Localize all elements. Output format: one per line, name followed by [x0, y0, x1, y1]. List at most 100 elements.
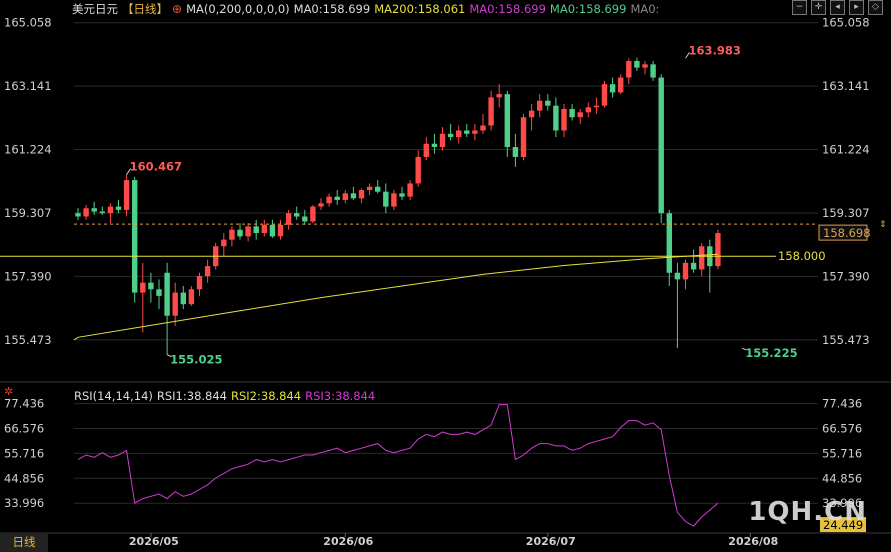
candle-up — [285, 213, 292, 225]
candle-down — [156, 289, 162, 296]
rsi-tick-left: 33.996 — [4, 496, 44, 510]
watermark-logo: 1QH.CN — [748, 497, 867, 527]
price-tick-left: 161.224 — [4, 143, 52, 157]
date-tick-label: 2026/08 — [728, 535, 778, 548]
price-tick-right: 161.224 — [822, 143, 870, 157]
price-axis-right: 165.058 163.141 161.224 159.307 157.390 155.4… — [822, 16, 870, 347]
candle-down — [512, 147, 519, 157]
candle-up — [682, 262, 689, 280]
candle-down — [99, 211, 105, 214]
rsi-header: RSI(14,14,14) RSI1:38.844 RSI2:38.844 RS… — [74, 388, 375, 404]
candle-up — [172, 292, 178, 316]
rsi-tick-left: 55.716 — [4, 446, 44, 460]
rsi-tick-left: 77.436 — [4, 397, 44, 411]
rsi1-label: RSI1:38.844 — [156, 389, 227, 403]
candle-down — [674, 272, 681, 280]
candle-up — [221, 239, 227, 247]
price-annotations: 160.467 155.025 163.983 155.225 — [126, 43, 798, 367]
candle-up — [456, 130, 462, 138]
ma200-series — [73, 253, 718, 341]
candle-up — [310, 206, 316, 222]
rsi-axis-left: 77.436 66.576 55.716 44.856 33.996 — [4, 397, 44, 511]
low-annotation: 155.025 — [170, 353, 222, 367]
support-label: 158.000 — [778, 249, 826, 263]
candle-down — [569, 108, 575, 118]
candle-down — [91, 208, 97, 212]
candle-up — [472, 130, 478, 134]
candle-down — [464, 130, 470, 134]
candle-up — [496, 94, 502, 98]
symbol-label[interactable]: 美元日元 — [72, 1, 118, 17]
candle-down — [294, 213, 300, 217]
price-tick-left: 165.058 — [4, 16, 52, 30]
candle-down — [375, 186, 381, 192]
candle-up — [537, 100, 543, 111]
zoom-out-icon[interactable]: ◂ — [830, 0, 845, 15]
candle-up — [391, 193, 397, 207]
rsi-series — [77, 404, 719, 527]
candle-down — [634, 61, 640, 68]
candle-up — [326, 196, 332, 204]
candle-up — [480, 125, 486, 131]
candle-down — [237, 229, 243, 237]
candle-up — [196, 276, 203, 290]
rsi-tick-right: 77.436 — [822, 397, 862, 411]
ma200-label: MA200:158.061 — [374, 2, 466, 16]
price-axis-left: 165.058 163.141 161.224 159.307 157.390 155.4… — [4, 16, 52, 347]
candle-down — [350, 193, 357, 199]
price-tick-left: 155.473 — [4, 333, 52, 347]
date-tick-label: 2026/07 — [526, 535, 576, 548]
rsi2-label: RSI2:38.844 — [231, 389, 302, 403]
candle-down — [115, 206, 122, 210]
candle-down — [545, 100, 551, 106]
date-tick-label: 2026/06 — [323, 535, 373, 548]
candle-down — [383, 191, 389, 207]
candle-up — [488, 97, 494, 126]
candle-down — [334, 196, 340, 200]
rsi-tick-right: 66.576 — [822, 421, 862, 435]
candle-up — [342, 193, 348, 200]
candle-down — [609, 84, 616, 93]
candlestick-series — [75, 57, 721, 355]
period-label[interactable]: 【日线】 — [122, 1, 168, 17]
rsi-tick-left: 66.576 — [4, 421, 44, 435]
ma0-label-grey: MA0: — [630, 2, 660, 16]
candle-up — [520, 117, 527, 157]
candle-up — [601, 84, 608, 106]
gear-icon[interactable]: ✲ — [4, 386, 15, 397]
add-indicator-icon[interactable]: ⊕ — [172, 2, 182, 16]
zoom-in-icon[interactable]: ▸ — [849, 0, 864, 15]
high-annotation: 163.983 — [689, 43, 741, 57]
candle-up — [642, 64, 648, 68]
last-price-label: 158.698 — [823, 226, 871, 240]
candle-up — [83, 208, 89, 217]
candle-up — [318, 203, 324, 207]
rsi-tick-right: 55.716 — [822, 446, 862, 460]
main-chart-header: 美元日元 【日线】 ⊕ MA(0,200,0,0,0,0) MA0:158.69… — [72, 1, 659, 17]
candle-down — [666, 213, 672, 273]
rsi-params-label[interactable]: RSI(14,14,14) — [74, 389, 153, 403]
ma-params-label[interactable]: MA(0,200,0,0,0,0) — [186, 2, 290, 16]
price-tick-right: 159.307 — [822, 206, 870, 220]
rsi-line — [77, 404, 719, 527]
candle-up — [261, 224, 267, 234]
candle-up — [618, 77, 624, 93]
price-tick-left: 163.141 — [4, 79, 52, 93]
candle-up — [188, 289, 195, 305]
crosshair-icon[interactable]: ✛ — [811, 0, 826, 15]
expand-icon[interactable]: ◇ — [868, 0, 883, 15]
candle-up — [699, 246, 705, 270]
minimize-icon[interactable]: − — [792, 0, 807, 15]
ma0-label: MA0:158.699 — [293, 2, 371, 16]
date-tick-label: 2026/05 — [129, 535, 179, 548]
candle-up — [140, 282, 146, 293]
price-tick-right: 155.473 — [822, 333, 870, 347]
candle-down — [164, 272, 170, 316]
candle-up — [366, 186, 373, 191]
candle-down — [553, 105, 559, 131]
candle-down — [447, 133, 454, 138]
candle-up — [561, 108, 567, 131]
scale-drag-icon: ⇕ — [879, 220, 887, 230]
period-tab-daily[interactable]: 日线 — [0, 533, 48, 552]
candle-up — [415, 156, 421, 184]
